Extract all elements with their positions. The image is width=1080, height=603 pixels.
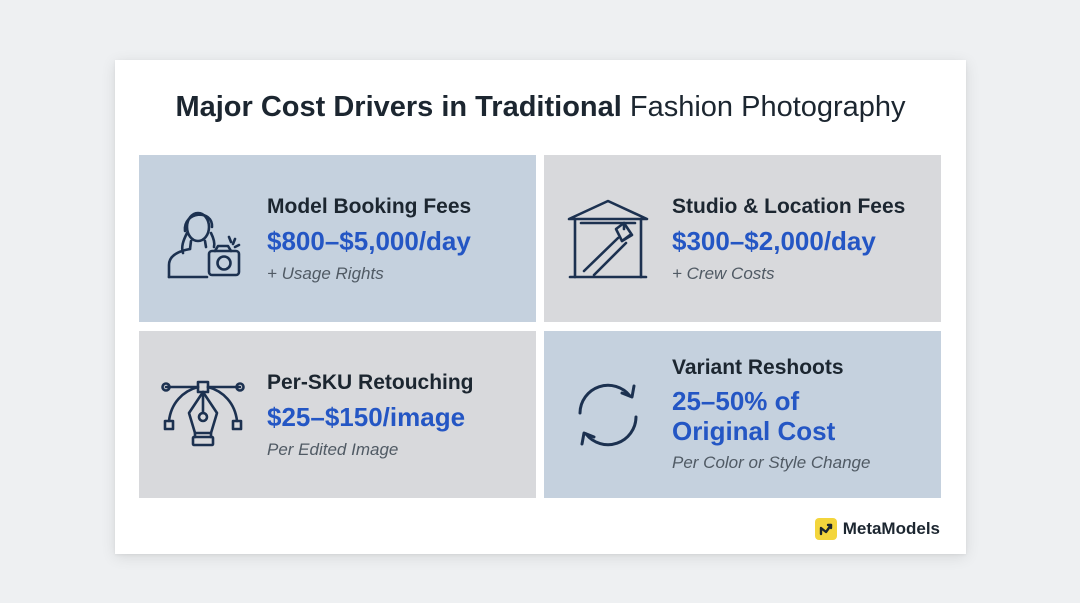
tile-variant-reshoots: Variant Reshoots 25–50% of Original Cost… (544, 331, 941, 498)
tile-retouching: Per-SKU Retouching $25–$150/image Per Ed… (139, 331, 536, 498)
tile-model-booking: Model Booking Fees $800–$5,000/day + Usa… (139, 155, 536, 322)
pen-tool-icon (161, 380, 245, 447)
tile-heading: Model Booking Fees (267, 195, 472, 218)
title-light: Fashion Photography (629, 91, 906, 123)
metamodels-logo-icon (814, 518, 837, 540)
brand-name: MetaModels (842, 519, 940, 538)
page-title: Major Cost Drivers in Traditional Fashio… (115, 91, 966, 124)
refresh-icon (578, 383, 638, 447)
tile-note: Per Color or Style Change (672, 453, 871, 472)
brand: MetaModels (814, 518, 940, 540)
tile-heading: Studio & Location Fees (672, 195, 906, 218)
tile-value: 25–50% of Original Cost (672, 386, 836, 446)
tile-heading: Variant Reshoots (672, 356, 844, 379)
title-bold: Major Cost Drivers in Traditional (175, 91, 622, 123)
infographic-card: Major Cost Drivers in Traditional Fashio… (115, 60, 966, 554)
tile-heading: Per-SKU Retouching (267, 371, 474, 394)
tile-note: + Usage Rights (267, 264, 384, 283)
tile-value: $800–$5,000/day (267, 226, 471, 256)
tile-note: + Crew Costs (672, 264, 775, 283)
studio-spotlight-icon (567, 199, 649, 279)
tile-studio-location: Studio & Location Fees $300–$2,000/day +… (544, 155, 941, 322)
model-camera-icon (167, 211, 241, 279)
tile-value: $25–$150/image (267, 402, 466, 432)
tile-note: Per Edited Image (267, 440, 399, 459)
tile-value: $300–$2,000/day (672, 226, 876, 256)
